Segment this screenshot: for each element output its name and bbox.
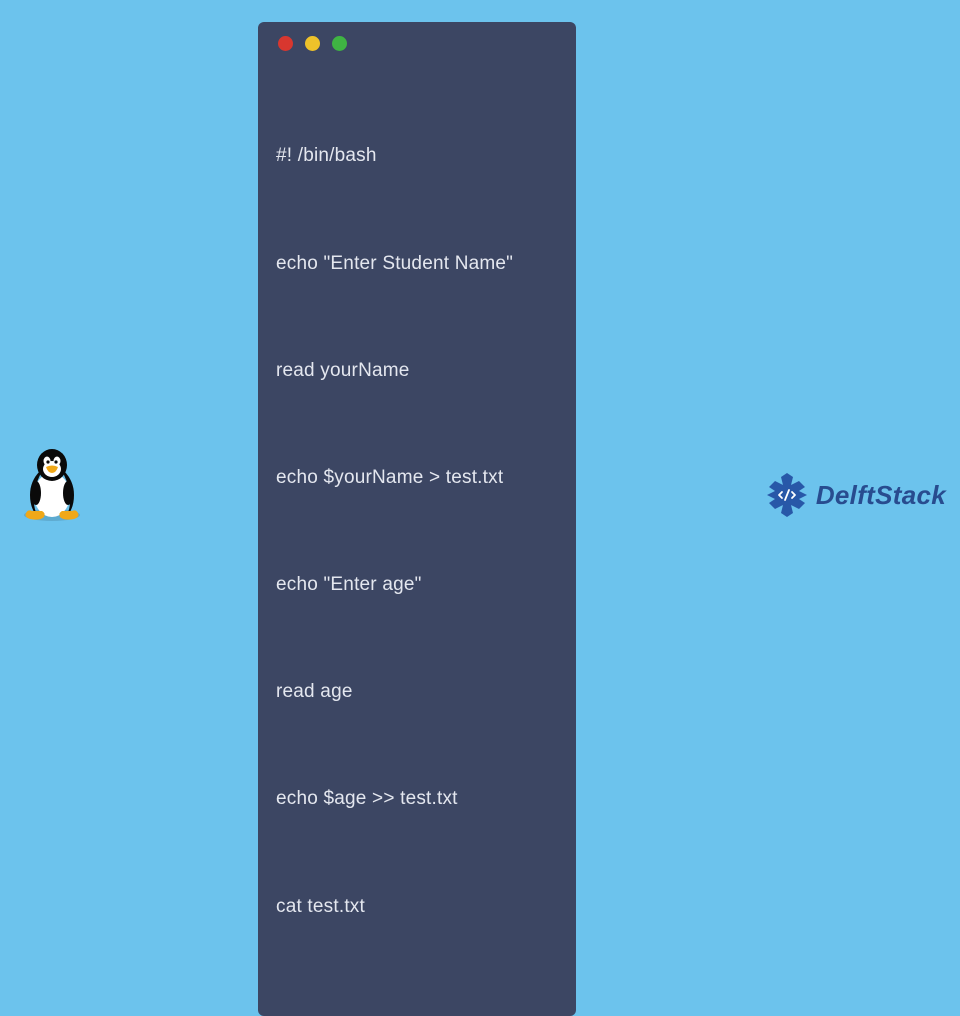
tux-linux-icon (20, 447, 84, 528)
delftstack-label: DelftStack (816, 480, 946, 511)
minimize-icon[interactable] (305, 36, 320, 51)
terminal-window: #! /bin/bash echo "Enter Student Name" r… (258, 22, 576, 1016)
close-icon[interactable] (278, 36, 293, 51)
code-line: echo "Enter age" (276, 567, 558, 603)
maximize-icon[interactable] (332, 36, 347, 51)
code-line: read yourName (276, 353, 558, 389)
code-line: read age (276, 674, 558, 710)
code-line: echo $yourName > test.txt (276, 460, 558, 496)
delftstack-logo: DelftStack (762, 470, 946, 520)
code-block: #! /bin/bash echo "Enter Student Name" r… (276, 67, 558, 996)
code-line: echo $age >> test.txt (276, 781, 558, 817)
code-line: echo "Enter Student Name" (276, 246, 558, 282)
window-titlebar (278, 36, 558, 51)
code-line: #! /bin/bash (276, 138, 558, 174)
code-line: cat test.txt (276, 889, 558, 925)
delftstack-badge-icon (762, 470, 812, 520)
